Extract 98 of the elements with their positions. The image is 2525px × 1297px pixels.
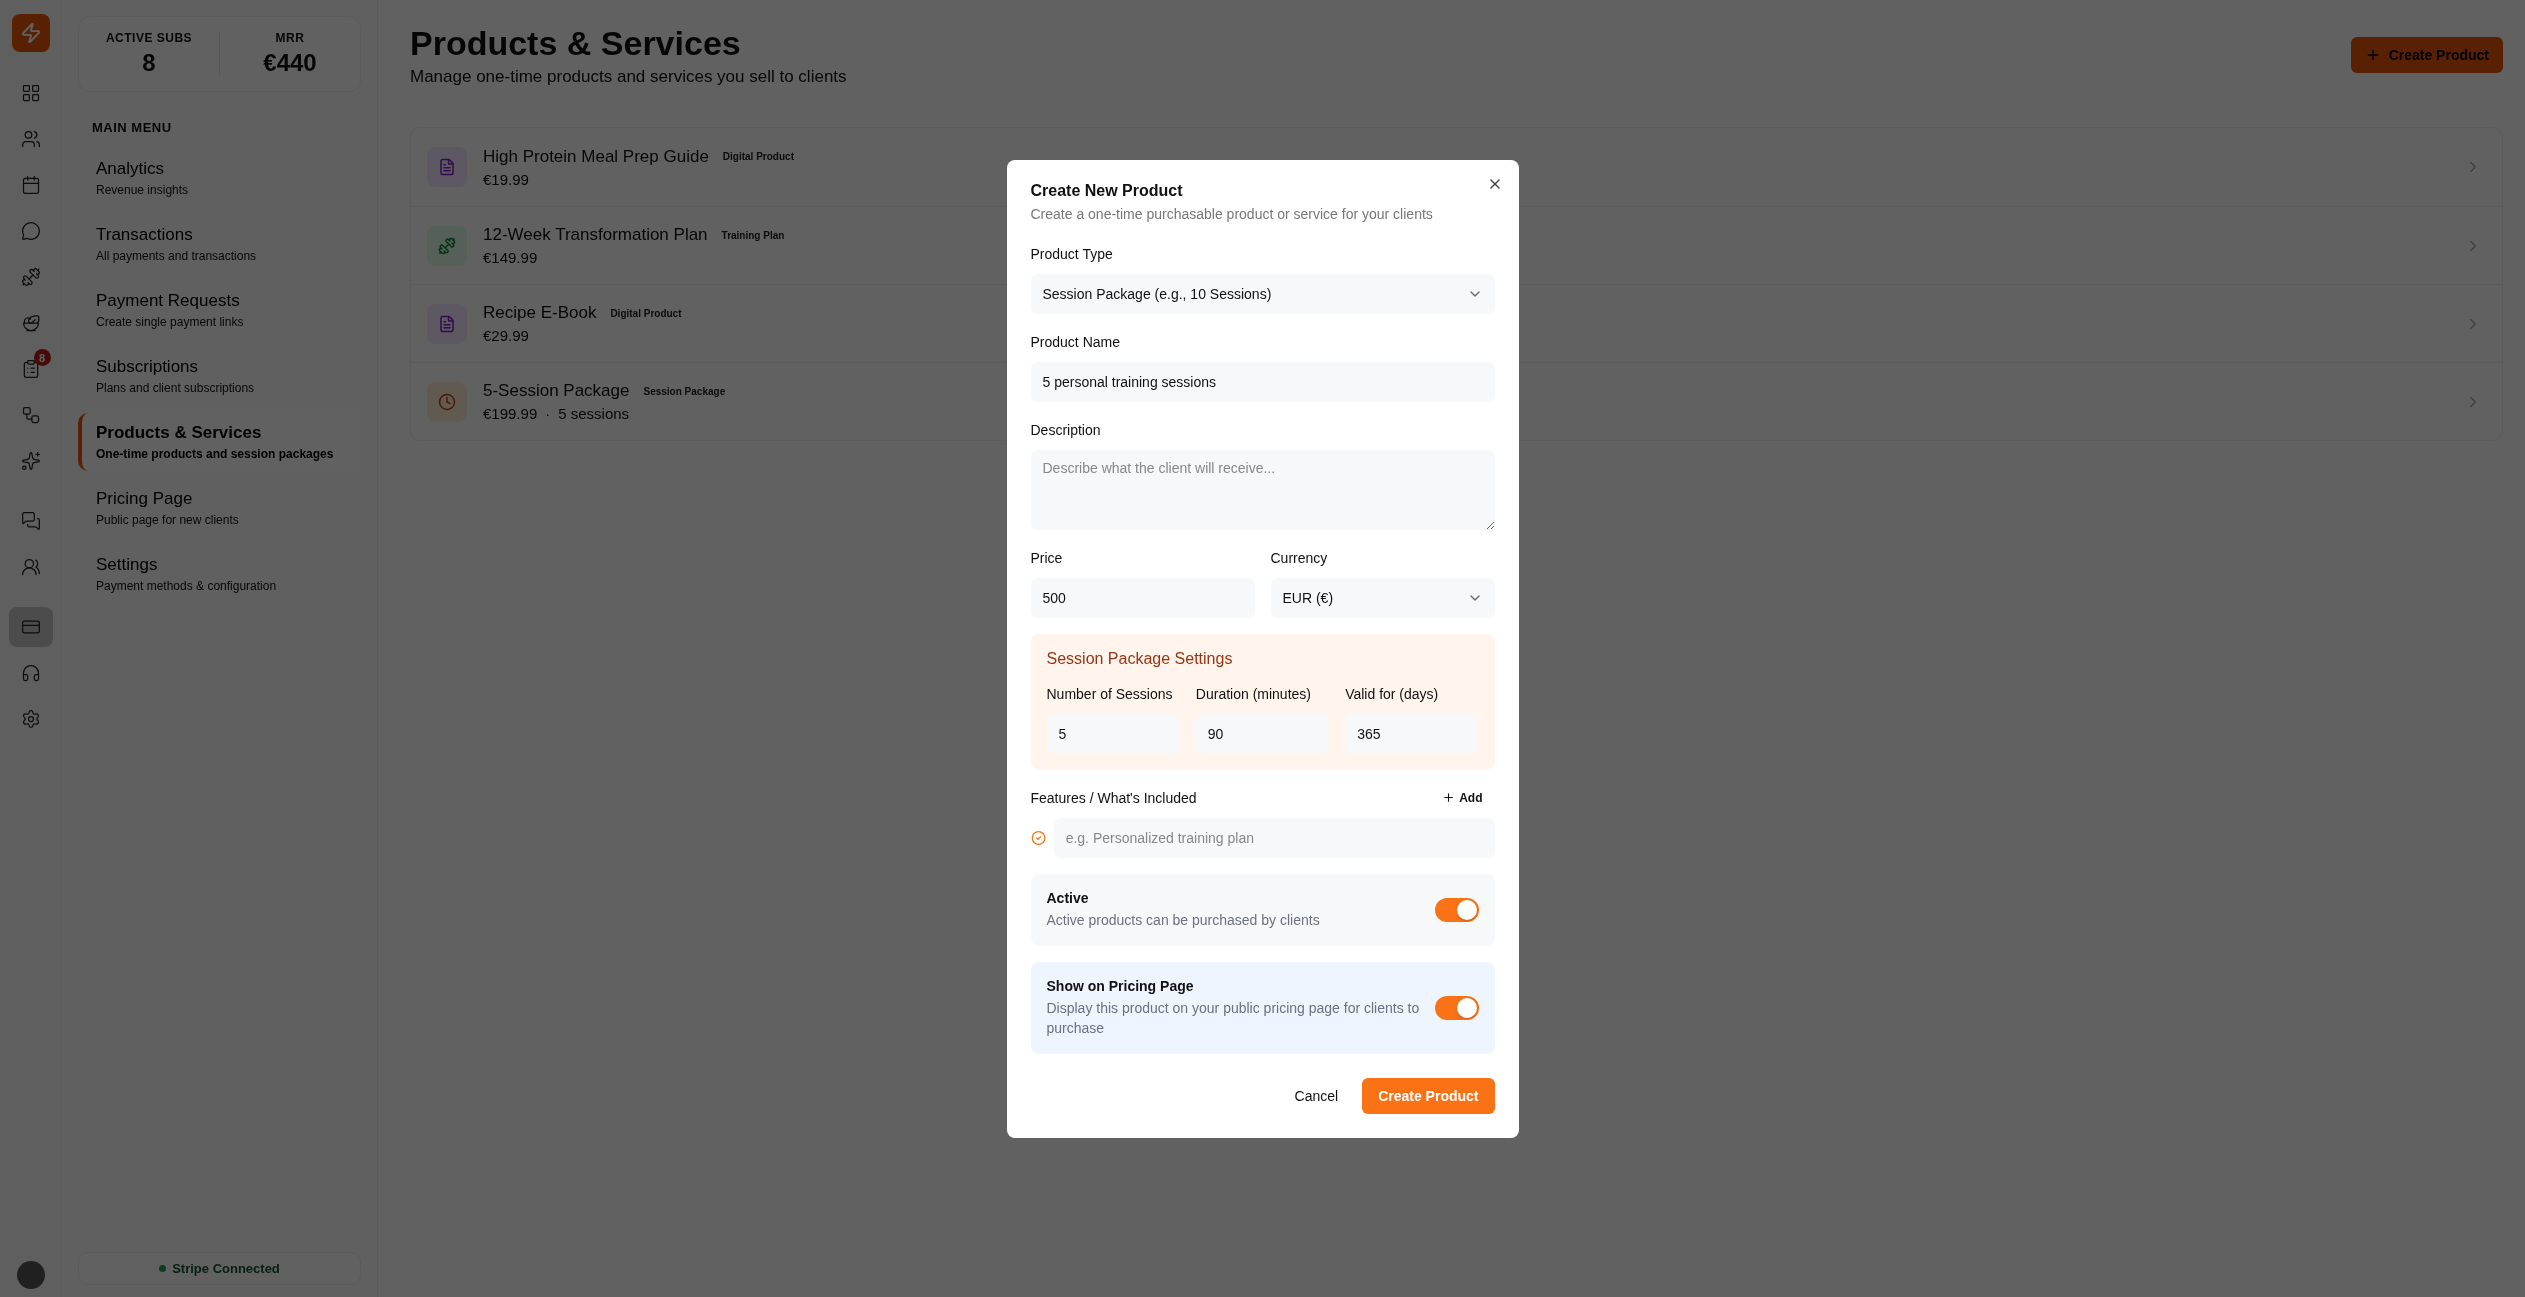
- sidebar-item-subtitle: Revenue insights: [96, 183, 190, 197]
- sidebar-item-subtitle: Create single payment links: [96, 315, 245, 329]
- sidebar-item-subtitle: Payment methods & configuration: [96, 579, 278, 593]
- dumbbell-icon: [427, 225, 467, 266]
- field-label: Features / What's Included: [1030, 788, 1197, 808]
- notification-badge: 8: [33, 349, 51, 366]
- page-title: Products & Services: [410, 24, 742, 63]
- sparkles-icon: [20, 451, 41, 471]
- section-title: MAIN MENU: [92, 120, 173, 135]
- feature-field[interactable]: e.g. Personalized training plan: [1053, 817, 1495, 858]
- sidebar-item-title: Products & Services: [96, 423, 263, 443]
- field-label: Price: [1030, 548, 1064, 568]
- workflow-icon: [20, 405, 41, 425]
- sidebar-item-subtitle: Plans and client subscriptions: [96, 381, 256, 395]
- toggle-title: Show on Pricing Page: [1046, 977, 1195, 994]
- field-label: Valid for (days): [1345, 684, 1440, 704]
- dumbbell-icon: [20, 267, 41, 287]
- status-dot: [159, 1265, 167, 1272]
- product-price: €29.99: [483, 327, 529, 344]
- app-logo[interactable]: [11, 14, 50, 52]
- dialog-title: Create New Product: [1030, 181, 1184, 200]
- sidebar-item[interactable]: Payment Requests Create single payment links: [78, 281, 361, 339]
- switch-knob: [1456, 997, 1477, 1018]
- sidebar-item[interactable]: Analytics Revenue insights: [78, 149, 361, 207]
- add-feature-button[interactable]: Add: [1430, 788, 1495, 807]
- sidebar-item[interactable]: Settings Payment methods & configuration: [78, 545, 361, 603]
- page-subtitle: Manage one-time products and services you sell to clients: [410, 67, 847, 87]
- panel-title: Session Package Settings: [1046, 649, 1234, 668]
- price-field[interactable]: 500: [1030, 577, 1255, 618]
- stat-label: MRR: [275, 31, 305, 45]
- product-name: 5-Session Package: [483, 381, 630, 401]
- clock-icon: [427, 381, 467, 422]
- users-icon: [20, 129, 41, 149]
- product-name: High Protein Meal Prep Guide: [483, 146, 709, 167]
- switch-knob: [1456, 899, 1477, 920]
- product-type-tag: Digital Product: [722, 151, 794, 162]
- toggle-switch[interactable]: [1434, 897, 1479, 922]
- chat-bubble-icon: [20, 221, 41, 241]
- stat-value: €440: [263, 49, 317, 77]
- currency-select[interactable]: EUR (€): [1270, 577, 1495, 618]
- product-type-tag: Training Plan: [721, 229, 785, 241]
- sidebar-item[interactable]: Subscriptions Plans and client subscriptions: [78, 347, 361, 405]
- sidebar-item-subtitle: All payments and transactions: [96, 249, 258, 263]
- document-icon: [427, 147, 467, 187]
- bowl-icon: [20, 313, 41, 333]
- field-label: Currency: [1270, 548, 1329, 568]
- product-name-field[interactable]: 5 personal training sessions: [1030, 361, 1495, 402]
- sidebar-item[interactable]: Pricing Page Public page for new clients: [78, 479, 361, 537]
- sidebar-item[interactable]: Transactions All payments and transactions: [78, 215, 361, 273]
- calendar-icon: [20, 175, 41, 195]
- separator-dot: ·: [545, 405, 551, 422]
- sidebar-item-title: Pricing Page: [96, 489, 194, 509]
- status-text: Stripe Connected: [172, 1261, 280, 1276]
- field-label: Duration (minutes): [1195, 684, 1312, 704]
- toggle-switch[interactable]: [1434, 995, 1479, 1020]
- field-label: Product Name: [1030, 332, 1121, 352]
- toggle-description: Active products can be purchased by clients: [1046, 910, 1320, 930]
- toggle-description: Display this product on your public pricing page for clients to purchase: [1046, 998, 1421, 1038]
- grid-icon: [20, 83, 41, 103]
- document-icon: [427, 303, 467, 344]
- toggle-title: Active: [1046, 889, 1090, 906]
- sidebar-item-subtitle: One-time products and session packages: [96, 447, 335, 461]
- description-field[interactable]: Describe what the client will receive...: [1030, 449, 1495, 530]
- field-label: Description: [1030, 420, 1102, 440]
- cancel-button[interactable]: Cancel: [1278, 1077, 1355, 1114]
- sidebar-item-title: Analytics: [96, 159, 166, 179]
- product-detail: 5 sessions: [558, 405, 630, 422]
- product-type-tag: Session Package: [643, 385, 726, 397]
- field-label: Number of Sessions: [1046, 684, 1174, 704]
- sidebar-item-title: Subscriptions: [96, 357, 200, 377]
- product-name: 12-Week Transformation Plan: [483, 225, 708, 245]
- number-field[interactable]: 365: [1345, 713, 1479, 754]
- chat-bubbles-icon: [20, 511, 41, 531]
- settings-icon: [20, 709, 41, 729]
- sidebar-item-subtitle: Public page for new clients: [96, 513, 240, 527]
- sidebar-item-title: Payment Requests: [96, 291, 241, 311]
- sidebar-item-title: Transactions: [96, 225, 194, 245]
- nav-icon-button[interactable]: 8: [8, 349, 53, 389]
- user-avatar[interactable]: [16, 1261, 45, 1289]
- product-type-tag: Digital Product: [610, 307, 682, 319]
- create-product-button[interactable]: Create Product: [1362, 1077, 1495, 1114]
- nav-icon-button[interactable]: [8, 607, 53, 647]
- stat-label: ACTIVE SUBS: [105, 31, 193, 45]
- check-circle-icon: [1030, 829, 1046, 846]
- product-price: €199.99: [483, 405, 538, 422]
- number-field[interactable]: 5: [1046, 713, 1180, 754]
- product-price: €149.99: [483, 249, 538, 266]
- plus-icon: [1442, 791, 1456, 804]
- headset-icon: [20, 663, 41, 683]
- number-field[interactable]: 90: [1195, 713, 1330, 754]
- dialog-subtitle: Create a one-time purchasable product or service for your clients: [1030, 205, 1434, 222]
- stat-value: 8: [142, 49, 156, 77]
- product-name: Recipe E-Book: [483, 303, 597, 323]
- field-label: Product Type: [1030, 244, 1114, 264]
- product-type-select[interactable]: Session Package (e.g., 10 Sessions): [1030, 273, 1495, 314]
- people-icon: [20, 557, 41, 577]
- sidebar-item-title: Settings: [96, 555, 159, 575]
- product-price: €19.99: [483, 170, 529, 188]
